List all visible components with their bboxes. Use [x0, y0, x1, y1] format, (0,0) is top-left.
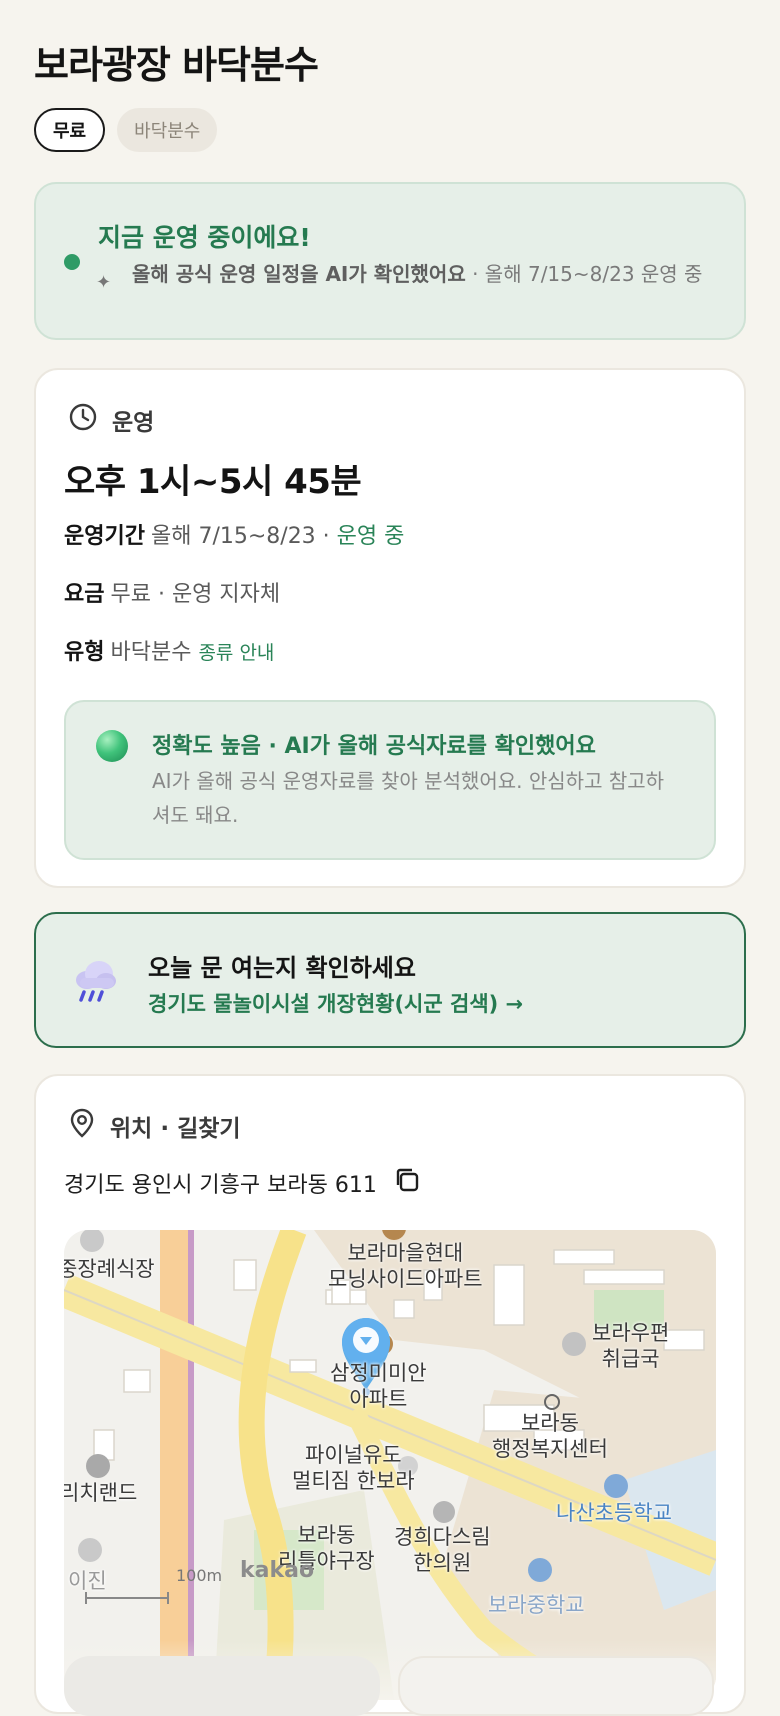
- map-label-text: 중장례식장: [64, 1257, 155, 1281]
- accuracy-title: 정확도 높음 · AI가 올해 공식자료를 확인했어요: [152, 734, 596, 759]
- map-label-richland: 리치랜드: [64, 1480, 137, 1506]
- accuracy-orb-icon: [96, 730, 128, 762]
- kakao-logo: kakao: [240, 1558, 315, 1583]
- open-check-title: 오늘 문 여는지 확인하세요: [148, 954, 416, 982]
- map-label-hyundai-apt: 보라마을현대 모닝사이드아파트: [328, 1240, 483, 1292]
- status-note: 올해 공식 운영 일정을 AI가 확인했어요 · 올해 7/15~8/23 운영…: [132, 260, 722, 288]
- map-label-post-office: 보라우편 취급국: [592, 1320, 669, 1372]
- operation-header: 운영: [68, 402, 154, 438]
- rain-cloud-icon: [72, 956, 118, 1008]
- location-card: 위치 · 길찾기 경기도 용인시 기흥구 보라동 611 보라마을현대 모닝사이…: [34, 1074, 746, 1714]
- location-pin-icon: [68, 1108, 96, 1144]
- period-status: 운영 중: [336, 524, 405, 549]
- water-facility-status-link[interactable]: 경기도 물놀이시설 개장현황(시군 검색) →: [148, 988, 523, 1018]
- map-label-ijin: 이진: [68, 1568, 107, 1594]
- map-label-text: 보라우편 취급국: [592, 1321, 670, 1371]
- clock-icon: [68, 402, 98, 438]
- period-row: 운영기간 올해 7/15~8/23 · 운영 중: [64, 518, 404, 550]
- action-button-left[interactable]: [64, 1656, 380, 1716]
- map-label-text: 이진: [68, 1569, 107, 1593]
- fee-value: 무료 · 운영 지자체: [110, 582, 281, 607]
- map-label-middle-school: 보라중학교: [488, 1592, 585, 1618]
- address-text: 경기도 용인시 기흥구 보라동 611: [64, 1173, 377, 1198]
- location-section-title: 위치 · 길찾기: [110, 1116, 241, 1142]
- copy-icon[interactable]: [393, 1166, 421, 1200]
- map-view[interactable]: 보라마을현대 모닝사이드아파트 보라우편 취급국 삼정미미안 아파트 보라동 행…: [64, 1230, 716, 1700]
- map-label-elementary-school: 나산초등학교: [556, 1500, 672, 1526]
- accuracy-description: AI가 올해 공식 운영자료를 찾아 분석했어요. 안심하고 참고하셔도 돼요.: [152, 769, 665, 827]
- operation-section-title: 운영: [112, 410, 155, 436]
- status-note-bold: 올해 공식 운영 일정을 AI가 확인했어요: [132, 262, 466, 286]
- period-label: 운영기간: [64, 524, 145, 549]
- map-label-text: 보라중학교: [488, 1593, 585, 1617]
- page-title: 보라광장 바닥분수: [34, 43, 319, 87]
- tag-chips: 무료 바닥분수: [34, 108, 218, 152]
- map-label-samjeong-apt: 삼정미미안 아파트: [330, 1360, 427, 1412]
- map-label-text: 보라동 행정복지센터: [492, 1411, 608, 1461]
- accuracy-box: 정확도 높음 · AI가 올해 공식자료를 확인했어요 AI가 올해 공식 운영…: [64, 700, 716, 860]
- operating-hours: 오후 1시~5시 45분: [64, 462, 362, 502]
- operating-status-banner: 지금 운영 중이에요! ✦ 올해 공식 운영 일정을 AI가 확인했어요 · 올…: [34, 182, 746, 340]
- type-label: 유형: [64, 640, 105, 665]
- chip-free[interactable]: 무료: [34, 108, 106, 152]
- chip-type[interactable]: 바닥분수: [117, 108, 218, 152]
- fee-label: 요금: [64, 582, 105, 607]
- type-row: 유형 바닥분수 종류 안내: [64, 634, 274, 666]
- action-button-right[interactable]: [398, 1656, 714, 1716]
- page: 보라광장 바닥분수 무료 바닥분수 지금 운영 중이에요! ✦ 올해 공식 운영…: [0, 0, 780, 1716]
- map-label-gym: 파이널유도 멀티짐 한보라: [292, 1442, 415, 1494]
- map-scale-label: 100m: [176, 1566, 223, 1585]
- status-headline: 지금 운영 중이에요!: [98, 223, 311, 252]
- map-label-text: 보라마을현대 모닝사이드아파트: [328, 1241, 483, 1291]
- map-label-text: 파이널유도 멀티짐 한보라: [292, 1443, 415, 1493]
- open-check-card[interactable]: 오늘 문 여는지 확인하세요 경기도 물놀이시설 개장현황(시군 검색) →: [34, 912, 746, 1048]
- fee-row: 요금 무료 · 운영 지자체: [64, 576, 280, 608]
- operation-card: 운영 오후 1시~5시 45분 운영기간 올해 7/15~8/23 · 운영 중 …: [34, 368, 746, 888]
- type-guide-link[interactable]: 종류 안내: [198, 642, 274, 664]
- status-note-rest: · 올해 7/15~8/23 운영 중: [465, 262, 703, 286]
- map-label-funeral-hall: 중장례식장: [64, 1256, 155, 1282]
- map-label-community-center: 보라동 행정복지센터: [492, 1410, 608, 1462]
- location-header: 위치 · 길찾기: [68, 1108, 241, 1144]
- sparkle-icon: ✦: [96, 272, 112, 293]
- period-value: 올해 7/15~8/23 ·: [150, 524, 337, 549]
- map-label-text: 경희다스림 한의원: [394, 1525, 491, 1575]
- map-label-clinic: 경희다스림 한의원: [394, 1524, 491, 1576]
- status-dot: [64, 254, 80, 270]
- address-row: 경기도 용인시 기흥구 보라동 611: [64, 1166, 421, 1200]
- map-label-text: 리치랜드: [64, 1481, 138, 1505]
- map-label-text: 삼정미미안 아파트: [330, 1361, 427, 1411]
- type-value: 바닥분수: [110, 640, 192, 665]
- map-label-text: 나산초등학교: [556, 1501, 672, 1525]
